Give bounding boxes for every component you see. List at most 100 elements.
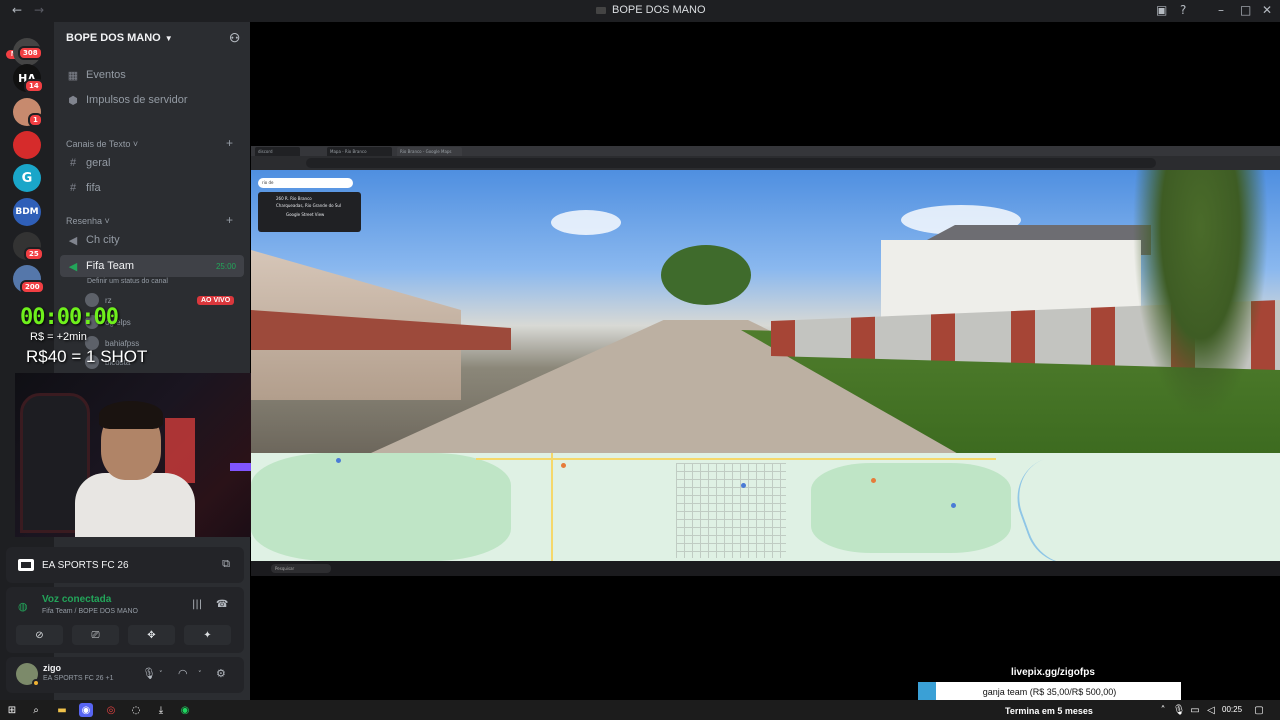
overlay-rule-shot: R$40 = 1 SHOT bbox=[26, 347, 148, 366]
map-road bbox=[551, 453, 553, 561]
maximize-icon[interactable]: □ bbox=[1240, 3, 1251, 17]
browser-tab[interactable]: Mapa - Rio Branco bbox=[327, 147, 392, 156]
camera-off-button[interactable]: ⊘ bbox=[16, 625, 63, 645]
spotify-icon[interactable]: ◉ bbox=[178, 703, 192, 717]
voice-location[interactable]: Fifa Team / BOPE DOS MANO bbox=[42, 608, 138, 615]
microphone-icon[interactable]: 🎙 bbox=[142, 667, 156, 680]
map-poi[interactable] bbox=[561, 463, 566, 468]
volume-icon[interactable]: ◁ bbox=[1204, 703, 1218, 717]
notifications-icon[interactable]: ▢ bbox=[1252, 703, 1266, 717]
user-name[interactable]: zigo bbox=[43, 663, 61, 673]
noise-suppression-icon[interactable]: ||| bbox=[192, 599, 202, 610]
gear-icon[interactable]: ⚙ bbox=[216, 667, 226, 680]
map-area bbox=[251, 453, 511, 561]
livepix-url: livepix.gg/zigofps bbox=[1011, 667, 1095, 678]
chevron-up-icon[interactable]: ˄ bbox=[1156, 703, 1170, 717]
map-poi[interactable] bbox=[951, 503, 956, 508]
close-icon[interactable]: ✕ bbox=[1262, 3, 1272, 17]
activities-button[interactable]: ✥ bbox=[128, 625, 175, 645]
status-badge bbox=[32, 679, 40, 687]
badge-200: 200 bbox=[20, 280, 45, 294]
sidebar-item-boosts[interactable]: ⬢ Impulsos de servidor bbox=[60, 89, 244, 111]
channel-ch-city[interactable]: ◀ Ch city bbox=[60, 229, 244, 251]
headphones-icon[interactable]: ◠ bbox=[178, 667, 188, 680]
browser-tab[interactable]: Rio Branco - Google Maps bbox=[397, 147, 462, 156]
map-search-input[interactable]: rio de bbox=[258, 178, 353, 188]
category-label: Canais de Texto bbox=[66, 139, 131, 149]
server-bdm-label: BDM bbox=[15, 207, 39, 217]
channel-status-hint[interactable]: Definir um status do canal bbox=[87, 278, 168, 285]
overlay-timer: 00:00:00 bbox=[20, 305, 119, 330]
share-screen-button[interactable]: ⎚ bbox=[72, 625, 119, 645]
add-channel-icon[interactable]: + bbox=[226, 136, 233, 150]
search-icon[interactable]: ⌕ bbox=[29, 703, 43, 717]
channel-fifa-team[interactable]: ◀ Fifa Team 25:00 bbox=[60, 255, 244, 277]
soundboard-button[interactable]: ✦ bbox=[184, 625, 231, 645]
channel-label: Fifa Team bbox=[86, 260, 135, 272]
forward-arrow-icon[interactable]: → bbox=[34, 3, 44, 17]
map-poi[interactable] bbox=[871, 478, 876, 483]
speaker-icon: ◀ bbox=[68, 234, 78, 247]
streamer-hair bbox=[99, 401, 163, 429]
browser-tab-strip: discord Mapa - Rio Branco Rio Branco - G… bbox=[251, 146, 1280, 156]
back-arrow-icon[interactable]: ← bbox=[12, 3, 22, 17]
sv-card-title: 260 R. Rio Branco bbox=[276, 196, 312, 201]
clock[interactable]: 00:25 bbox=[1222, 705, 1242, 714]
inbox-icon[interactable]: ▣ bbox=[1156, 3, 1167, 17]
address-bar[interactable] bbox=[306, 158, 1156, 168]
server-icon-red[interactable] bbox=[13, 131, 41, 159]
server-header[interactable]: BOPE DOS MANO ▼ ⚇ bbox=[54, 22, 250, 54]
map-river bbox=[1005, 453, 1137, 561]
overlay-rule-time: R$ = +2min bbox=[30, 331, 87, 343]
category-canais-de-texto[interactable]: Canais de Texto ˅ + bbox=[66, 136, 233, 150]
map-poi[interactable] bbox=[741, 483, 746, 488]
chrome-icon[interactable]: ◎ bbox=[104, 703, 118, 717]
add-channel-icon[interactable]: + bbox=[226, 213, 233, 227]
sidebar-item-label: Impulsos de servidor bbox=[86, 94, 188, 106]
server-icon-g[interactable]: G bbox=[13, 164, 41, 192]
server-name: BOPE DOS MANO bbox=[66, 32, 161, 44]
screen-share-icon[interactable]: ⧉ bbox=[222, 558, 230, 571]
signal-icon[interactable]: ◍ bbox=[18, 600, 28, 613]
voice-user-name: rz bbox=[105, 295, 112, 305]
network-icon[interactable]: ▭ bbox=[1188, 703, 1202, 717]
window-title: BOPE DOS MANO bbox=[596, 4, 706, 16]
channel-geral[interactable]: # geral bbox=[60, 152, 244, 174]
category-resenha[interactable]: Resenha ˅ + bbox=[66, 213, 233, 227]
sidebar-item-label: Eventos bbox=[86, 69, 126, 81]
map-poi[interactable] bbox=[336, 458, 341, 463]
mini-map[interactable] bbox=[251, 453, 1280, 561]
obs-icon[interactable]: ◌ bbox=[129, 703, 143, 717]
badge-14: 14 bbox=[24, 79, 44, 93]
badge-308: 308 bbox=[18, 46, 43, 60]
sv-card-sub: Charqueadas, Rio Grande do Sul bbox=[276, 203, 342, 208]
browser-tab[interactable]: discord bbox=[255, 147, 300, 156]
file-explorer-icon[interactable]: ▬ bbox=[55, 703, 69, 717]
microphone-icon[interactable]: 🎙 bbox=[1172, 703, 1186, 717]
stream-view[interactable]: discord Mapa - Rio Branco Rio Branco - G… bbox=[251, 146, 1280, 576]
help-icon[interactable]: ? bbox=[1180, 3, 1186, 17]
channel-fifa[interactable]: # fifa bbox=[60, 177, 244, 199]
download-icon[interactable]: ⤓ bbox=[154, 703, 168, 717]
live-badge: AO VIVO bbox=[197, 296, 235, 305]
chevron-down-icon[interactable]: ˅ bbox=[198, 670, 202, 678]
calendar-icon: ▦ bbox=[67, 69, 79, 82]
tree bbox=[661, 245, 751, 305]
remote-search-box: Pesquisar bbox=[271, 564, 331, 573]
channel-label: Ch city bbox=[86, 234, 120, 246]
hash-icon: # bbox=[69, 182, 77, 194]
chevron-down-icon[interactable]: ˅ bbox=[159, 670, 163, 678]
minimize-icon[interactable]: – bbox=[1218, 3, 1224, 17]
activity-panel[interactable]: EA SPORTS FC 26 ⧉ bbox=[6, 547, 244, 583]
street-view-panorama[interactable]: rio de 260 R. Rio Branco Charqueadas, Ri… bbox=[251, 170, 1280, 453]
server-icon-bdm[interactable]: BDM bbox=[13, 198, 41, 226]
add-member-icon[interactable]: ⚇ bbox=[229, 31, 240, 45]
user-panel: zigo EA SPORTS FC 26 +1 🎙 ˅ ◠ ˅ ⚙ bbox=[6, 657, 244, 693]
windows-start-icon[interactable]: ⊞ bbox=[5, 703, 19, 717]
discord-icon[interactable]: ◉ bbox=[79, 703, 93, 717]
title-bar: ← → BOPE DOS MANO ▣ ? – □ ✕ bbox=[0, 0, 1280, 22]
sidebar-item-eventos[interactable]: ▦ Eventos bbox=[60, 64, 244, 86]
voice-status[interactable]: Voz conectada bbox=[42, 594, 111, 605]
badge-1: 1 bbox=[28, 113, 43, 127]
disconnect-icon[interactable]: ☎ bbox=[216, 599, 228, 610]
